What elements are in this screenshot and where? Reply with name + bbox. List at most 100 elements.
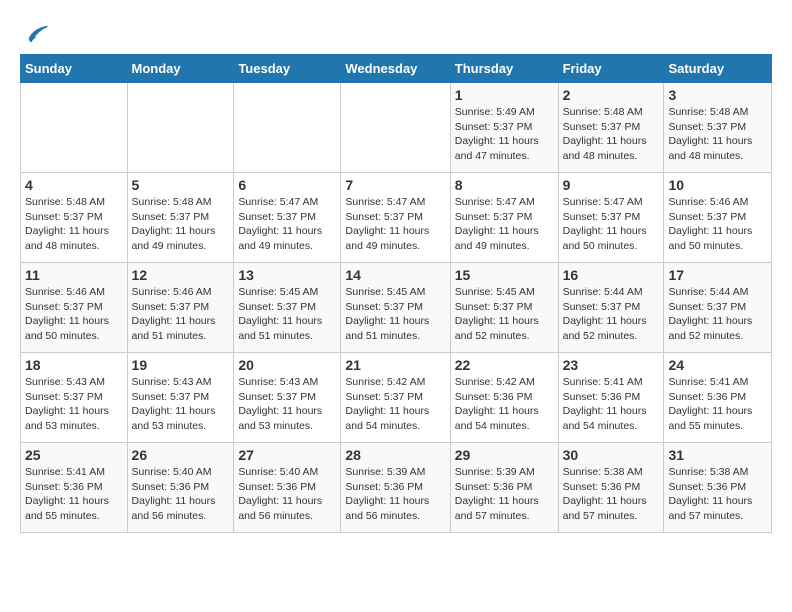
- day-info: Sunrise: 5:44 AM Sunset: 5:37 PM Dayligh…: [563, 285, 660, 344]
- calendar-header-row: SundayMondayTuesdayWednesdayThursdayFrid…: [21, 55, 772, 83]
- day-header-saturday: Saturday: [664, 55, 772, 83]
- day-info: Sunrise: 5:43 AM Sunset: 5:37 PM Dayligh…: [238, 375, 336, 434]
- day-info: Sunrise: 5:39 AM Sunset: 5:36 PM Dayligh…: [345, 465, 445, 524]
- day-number: 20: [238, 357, 336, 373]
- calendar-cell: 19 Sunrise: 5:43 AM Sunset: 5:37 PM Dayli…: [127, 353, 234, 443]
- calendar-cell: 7 Sunrise: 5:47 AM Sunset: 5:37 PM Daylig…: [341, 173, 450, 263]
- day-number: 19: [132, 357, 230, 373]
- day-info: Sunrise: 5:45 AM Sunset: 5:37 PM Dayligh…: [238, 285, 336, 344]
- day-info: Sunrise: 5:47 AM Sunset: 5:37 PM Dayligh…: [345, 195, 445, 254]
- day-header-wednesday: Wednesday: [341, 55, 450, 83]
- calendar-week-row: 25 Sunrise: 5:41 AM Sunset: 5:36 PM Dayli…: [21, 443, 772, 533]
- day-info: Sunrise: 5:47 AM Sunset: 5:37 PM Dayligh…: [455, 195, 554, 254]
- calendar-cell: 24 Sunrise: 5:41 AM Sunset: 5:36 PM Dayli…: [664, 353, 772, 443]
- day-number: 22: [455, 357, 554, 373]
- day-info: Sunrise: 5:42 AM Sunset: 5:37 PM Dayligh…: [345, 375, 445, 434]
- day-number: 2: [563, 87, 660, 103]
- calendar-cell: 17 Sunrise: 5:44 AM Sunset: 5:37 PM Dayli…: [664, 263, 772, 353]
- day-info: Sunrise: 5:39 AM Sunset: 5:36 PM Dayligh…: [455, 465, 554, 524]
- day-info: Sunrise: 5:48 AM Sunset: 5:37 PM Dayligh…: [668, 105, 767, 164]
- day-number: 6: [238, 177, 336, 193]
- day-info: Sunrise: 5:48 AM Sunset: 5:37 PM Dayligh…: [132, 195, 230, 254]
- day-info: Sunrise: 5:38 AM Sunset: 5:36 PM Dayligh…: [563, 465, 660, 524]
- calendar-cell: 14 Sunrise: 5:45 AM Sunset: 5:37 PM Dayli…: [341, 263, 450, 353]
- day-info: Sunrise: 5:45 AM Sunset: 5:37 PM Dayligh…: [455, 285, 554, 344]
- calendar-cell: 4 Sunrise: 5:48 AM Sunset: 5:37 PM Daylig…: [21, 173, 128, 263]
- calendar-cell: 30 Sunrise: 5:38 AM Sunset: 5:36 PM Dayli…: [558, 443, 664, 533]
- calendar-cell: 2 Sunrise: 5:48 AM Sunset: 5:37 PM Daylig…: [558, 83, 664, 173]
- calendar-cell: 22 Sunrise: 5:42 AM Sunset: 5:36 PM Dayli…: [450, 353, 558, 443]
- calendar-cell: 3 Sunrise: 5:48 AM Sunset: 5:37 PM Daylig…: [664, 83, 772, 173]
- day-info: Sunrise: 5:48 AM Sunset: 5:37 PM Dayligh…: [25, 195, 123, 254]
- day-number: 12: [132, 267, 230, 283]
- day-info: Sunrise: 5:45 AM Sunset: 5:37 PM Dayligh…: [345, 285, 445, 344]
- day-number: 3: [668, 87, 767, 103]
- calendar-week-row: 11Sunrise: 5:46 AM Sunset: 5:37 PM Dayli…: [21, 263, 772, 353]
- day-number: 29: [455, 447, 554, 463]
- calendar-week-row: 4 Sunrise: 5:48 AM Sunset: 5:37 PM Daylig…: [21, 173, 772, 263]
- calendar-cell: 23 Sunrise: 5:41 AM Sunset: 5:36 PM Dayli…: [558, 353, 664, 443]
- calendar-cell: 25 Sunrise: 5:41 AM Sunset: 5:36 PM Dayli…: [21, 443, 128, 533]
- logo: [20, 20, 50, 44]
- day-number: 28: [345, 447, 445, 463]
- calendar-cell: 29 Sunrise: 5:39 AM Sunset: 5:36 PM Dayli…: [450, 443, 558, 533]
- day-number: 25: [25, 447, 123, 463]
- day-info: Sunrise: 5:48 AM Sunset: 5:37 PM Dayligh…: [563, 105, 660, 164]
- day-number: 4: [25, 177, 123, 193]
- calendar-cell: 27Sunrise: 5:40 AM Sunset: 5:36 PM Dayli…: [234, 443, 341, 533]
- day-header-tuesday: Tuesday: [234, 55, 341, 83]
- day-info: Sunrise: 5:40 AM Sunset: 5:36 PM Dayligh…: [132, 465, 230, 524]
- day-info: Sunrise: 5:49 AM Sunset: 5:37 PM Dayligh…: [455, 105, 554, 164]
- day-info: Sunrise: 5:41 AM Sunset: 5:36 PM Dayligh…: [25, 465, 123, 524]
- day-number: 24: [668, 357, 767, 373]
- day-number: 14: [345, 267, 445, 283]
- day-number: 21: [345, 357, 445, 373]
- day-number: 23: [563, 357, 660, 373]
- day-header-monday: Monday: [127, 55, 234, 83]
- calendar-cell: 11Sunrise: 5:46 AM Sunset: 5:37 PM Dayli…: [21, 263, 128, 353]
- calendar-cell: [341, 83, 450, 173]
- day-info: Sunrise: 5:47 AM Sunset: 5:37 PM Dayligh…: [238, 195, 336, 254]
- calendar-cell: 5 Sunrise: 5:48 AM Sunset: 5:37 PM Daylig…: [127, 173, 234, 263]
- calendar-cell: 16 Sunrise: 5:44 AM Sunset: 5:37 PM Dayli…: [558, 263, 664, 353]
- day-info: Sunrise: 5:41 AM Sunset: 5:36 PM Dayligh…: [563, 375, 660, 434]
- day-number: 26: [132, 447, 230, 463]
- day-header-sunday: Sunday: [21, 55, 128, 83]
- calendar-cell: 28 Sunrise: 5:39 AM Sunset: 5:36 PM Dayli…: [341, 443, 450, 533]
- day-number: 13: [238, 267, 336, 283]
- logo-bird-icon: [22, 20, 50, 48]
- day-info: Sunrise: 5:46 AM Sunset: 5:37 PM Dayligh…: [25, 285, 123, 344]
- calendar-cell: 20 Sunrise: 5:43 AM Sunset: 5:37 PM Dayli…: [234, 353, 341, 443]
- day-number: 30: [563, 447, 660, 463]
- calendar-cell: 21 Sunrise: 5:42 AM Sunset: 5:37 PM Dayli…: [341, 353, 450, 443]
- day-number: 7: [345, 177, 445, 193]
- calendar-table: SundayMondayTuesdayWednesdayThursdayFrid…: [20, 54, 772, 533]
- day-info: Sunrise: 5:44 AM Sunset: 5:37 PM Dayligh…: [668, 285, 767, 344]
- day-info: Sunrise: 5:42 AM Sunset: 5:36 PM Dayligh…: [455, 375, 554, 434]
- day-number: 1: [455, 87, 554, 103]
- calendar-cell: 18 Sunrise: 5:43 AM Sunset: 5:37 PM Dayli…: [21, 353, 128, 443]
- day-info: Sunrise: 5:46 AM Sunset: 5:37 PM Dayligh…: [668, 195, 767, 254]
- calendar-cell: 31Sunrise: 5:38 AM Sunset: 5:36 PM Dayli…: [664, 443, 772, 533]
- day-number: 15: [455, 267, 554, 283]
- day-info: Sunrise: 5:46 AM Sunset: 5:37 PM Dayligh…: [132, 285, 230, 344]
- calendar-cell: [234, 83, 341, 173]
- day-info: Sunrise: 5:47 AM Sunset: 5:37 PM Dayligh…: [563, 195, 660, 254]
- calendar-cell: 13 Sunrise: 5:45 AM Sunset: 5:37 PM Dayli…: [234, 263, 341, 353]
- day-info: Sunrise: 5:43 AM Sunset: 5:37 PM Dayligh…: [132, 375, 230, 434]
- day-number: 8: [455, 177, 554, 193]
- calendar-week-row: 1 Sunrise: 5:49 AM Sunset: 5:37 PM Daylig…: [21, 83, 772, 173]
- calendar-cell: 10Sunrise: 5:46 AM Sunset: 5:37 PM Dayli…: [664, 173, 772, 263]
- day-info: Sunrise: 5:43 AM Sunset: 5:37 PM Dayligh…: [25, 375, 123, 434]
- calendar-cell: [21, 83, 128, 173]
- day-number: 16: [563, 267, 660, 283]
- day-info: Sunrise: 5:41 AM Sunset: 5:36 PM Dayligh…: [668, 375, 767, 434]
- day-number: 17: [668, 267, 767, 283]
- day-number: 18: [25, 357, 123, 373]
- page-header: [20, 20, 772, 44]
- day-number: 5: [132, 177, 230, 193]
- day-info: Sunrise: 5:40 AM Sunset: 5:36 PM Dayligh…: [238, 465, 336, 524]
- calendar-cell: 6 Sunrise: 5:47 AM Sunset: 5:37 PM Daylig…: [234, 173, 341, 263]
- calendar-cell: 26 Sunrise: 5:40 AM Sunset: 5:36 PM Dayli…: [127, 443, 234, 533]
- day-number: 9: [563, 177, 660, 193]
